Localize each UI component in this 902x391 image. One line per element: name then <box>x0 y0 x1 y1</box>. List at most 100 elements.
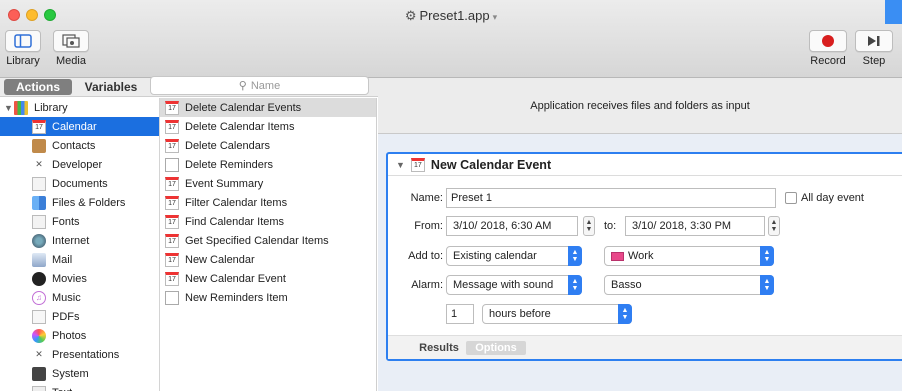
search-icon: ⚲ <box>238 80 247 92</box>
calendar-icon: 17 <box>32 119 46 134</box>
disclosure-triangle-icon[interactable]: ▼ <box>396 160 405 170</box>
sidebar-item-system[interactable]: System <box>0 364 159 383</box>
action-item[interactable]: 17 New Calendar Event <box>160 269 376 288</box>
step-icon <box>868 36 880 46</box>
action-item[interactable]: 17 Filter Calendar Items <box>160 193 376 212</box>
action-item[interactable]: 17 Delete Calendar Events <box>160 98 376 117</box>
tab-variables[interactable]: Variables <box>76 79 146 95</box>
action-item[interactable]: 17 Get Specified Calendar Items <box>160 231 376 250</box>
workflow-input-text: Application receives files and folders a… <box>530 99 750 112</box>
tab-options[interactable]: Options <box>466 341 526 355</box>
calendar-icon: 17 <box>165 100 179 115</box>
action-item[interactable]: 17 Find Calendar Items <box>160 212 376 231</box>
sidebar-item-files-folders[interactable]: Files & Folders <box>0 193 159 212</box>
sidebar-item-movies[interactable]: Movies <box>0 269 159 288</box>
alarm-type-popup[interactable]: Message with sound ▲ ▼ <box>446 275 582 295</box>
action-item[interactable]: 17 New Calendar <box>160 250 376 269</box>
step-button[interactable] <box>855 30 893 52</box>
to-stepper[interactable]: ▲ ▼ <box>768 216 780 236</box>
library-button[interactable] <box>5 30 41 52</box>
action-item[interactable]: 17 Delete Calendar Items <box>160 117 376 136</box>
sidebar-item-label: Contacts <box>52 139 96 152</box>
fonts-icon <box>32 214 46 229</box>
action-title: New Calendar Event <box>430 157 552 172</box>
sidebar-item-pdfs[interactable]: PDFs <box>0 307 159 326</box>
sidebar-item-mail[interactable]: Mail <box>0 250 159 269</box>
search-field[interactable]: ⚲ Name <box>150 76 369 95</box>
sidebar-item-label: Presentations <box>52 348 120 361</box>
to-datetime-field[interactable]: 3/10/ 2018, 3:30 PM <box>625 216 765 236</box>
library-root-item[interactable]: ▼ Library <box>0 98 159 117</box>
sidebar-item-label: Music <box>52 291 81 304</box>
mail-icon <box>32 252 46 267</box>
sidebar-item-label: Text <box>52 387 72 391</box>
developer-icon: ✕ <box>35 159 43 169</box>
record-button[interactable] <box>809 30 847 52</box>
sidebar-item-presentations[interactable]: ✕ Presentations <box>0 345 159 364</box>
reminders-icon <box>165 290 179 305</box>
alarm-unit-popup[interactable]: hours before ▲ ▼ <box>482 304 632 324</box>
action-item[interactable]: Delete Reminders <box>160 155 376 174</box>
sidebar-item-label: Files & Folders <box>52 196 126 209</box>
sidebar-item-label: Calendar <box>52 120 97 133</box>
window-title[interactable]: ⚙ Preset1.app ▾ <box>0 8 902 24</box>
stepper-down-icon: ▼ <box>585 226 593 233</box>
presentations-icon: ✕ <box>35 349 43 359</box>
sidebar-item-documents[interactable]: Documents <box>0 174 159 193</box>
music-icon: ♫ <box>32 290 46 305</box>
action-item-label: Delete Calendars <box>185 139 270 152</box>
sidebar-item-label: Internet <box>52 234 90 247</box>
alarm-amount-field[interactable]: 1 <box>446 304 474 324</box>
action-item-label: New Calendar Event <box>185 272 286 285</box>
media-button[interactable] <box>53 30 89 52</box>
stepper-down-icon: ▼ <box>770 226 778 233</box>
popup-arrows-icon: ▲ ▼ <box>568 246 582 266</box>
name-field[interactable]: Preset 1 <box>446 188 776 208</box>
globe-icon <box>32 233 46 248</box>
add-to-popup[interactable]: Existing calendar ▲ ▼ <box>446 246 582 266</box>
calendar-icon: 17 <box>165 233 179 248</box>
tab-results[interactable]: Results <box>414 341 464 355</box>
action-item[interactable]: 17 Delete Calendars <box>160 136 376 155</box>
sidebar-item-label: PDFs <box>52 310 80 323</box>
contacts-icon <box>32 138 46 153</box>
workflow-input-banner: Application receives files and folders a… <box>378 78 902 134</box>
sidebar-item-contacts[interactable]: Contacts <box>0 136 159 155</box>
alarm-sound-popup[interactable]: Basso ▲ ▼ <box>604 275 774 295</box>
sidebar-item-fonts[interactable]: Fonts <box>0 212 159 231</box>
action-item[interactable]: 17 Event Summary <box>160 174 376 193</box>
all-day-event-checkbox[interactable] <box>785 192 797 204</box>
sidebar-item-photos[interactable]: Photos <box>0 326 159 345</box>
from-datetime-field[interactable]: 3/10/ 2018, 6:30 AM <box>446 216 578 236</box>
action-panel-new-calendar-event: ▼ 17 New Calendar Event Name: Preset 1 A… <box>386 152 902 361</box>
chevron-down-icon: ▾ <box>492 12 498 22</box>
sidebar-item-internet[interactable]: Internet <box>0 231 159 250</box>
disclosure-triangle-icon: ▼ <box>4 102 13 113</box>
action-item[interactable]: New Reminders Item <box>160 288 376 307</box>
library-button-label: Library <box>6 55 40 67</box>
calendar-icon: 17 <box>165 138 179 153</box>
from-label: From: <box>414 220 443 232</box>
sidebar-item-developer[interactable]: ✕ Developer <box>0 155 159 174</box>
sidebar-item-label: Developer <box>52 158 103 171</box>
sidebar-item-music[interactable]: ♫ Music <box>0 288 159 307</box>
stepper-up-icon: ▲ <box>770 219 778 226</box>
calendar-icon: 17 <box>165 119 179 134</box>
from-stepper[interactable]: ▲ ▼ <box>583 216 595 236</box>
all-day-event-label: All day event <box>801 192 864 204</box>
calendar-color-swatch <box>611 251 624 261</box>
sidebar-item-text[interactable]: Text <box>0 383 159 391</box>
calendar-icon: 17 <box>165 271 179 286</box>
to-label: to: <box>604 220 617 232</box>
text-icon <box>32 385 46 391</box>
sidebar-item-label: Photos <box>52 329 87 342</box>
action-item-label: Delete Calendar Events <box>185 101 302 114</box>
sidebar-item-calendar[interactable]: 17 Calendar <box>0 117 159 136</box>
action-panel-header[interactable]: ▼ 17 New Calendar Event <box>388 154 902 176</box>
search-placeholder: Name <box>250 79 281 92</box>
category-list: ▼ Library 17 Calendar Contacts ✕ Developer Do… <box>0 98 160 391</box>
calendar-popup[interactable]: Work ▲ ▼ <box>604 246 774 266</box>
background-window-edge <box>885 0 902 24</box>
popup-arrows-icon: ▲ ▼ <box>618 304 632 324</box>
tab-actions[interactable]: Actions <box>4 79 72 95</box>
